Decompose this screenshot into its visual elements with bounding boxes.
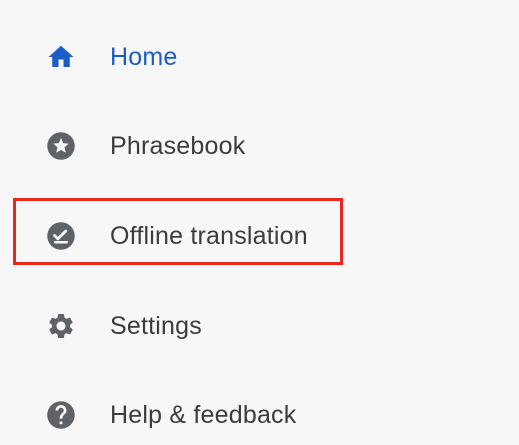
offline-check-icon: [45, 220, 77, 252]
navigation-drawer-menu: Home Phrasebook Offline translation Sett…: [0, 0, 519, 444]
gear-icon: [45, 310, 77, 342]
home-icon: [45, 41, 77, 73]
menu-item-label: Home: [110, 43, 178, 71]
help-icon: [45, 399, 77, 431]
menu-item-label: Offline translation: [110, 222, 308, 250]
menu-item-label: Settings: [110, 312, 202, 340]
menu-item-home[interactable]: Home: [0, 27, 519, 87]
star-circle-icon: [45, 130, 77, 162]
menu-item-phrasebook[interactable]: Phrasebook: [0, 116, 519, 176]
menu-item-help-feedback[interactable]: Help & feedback: [0, 385, 519, 445]
menu-item-label: Help & feedback: [110, 401, 297, 429]
menu-item-settings[interactable]: Settings: [0, 296, 519, 356]
menu-item-label: Phrasebook: [110, 132, 246, 160]
menu-item-offline-translation[interactable]: Offline translation: [0, 206, 519, 266]
